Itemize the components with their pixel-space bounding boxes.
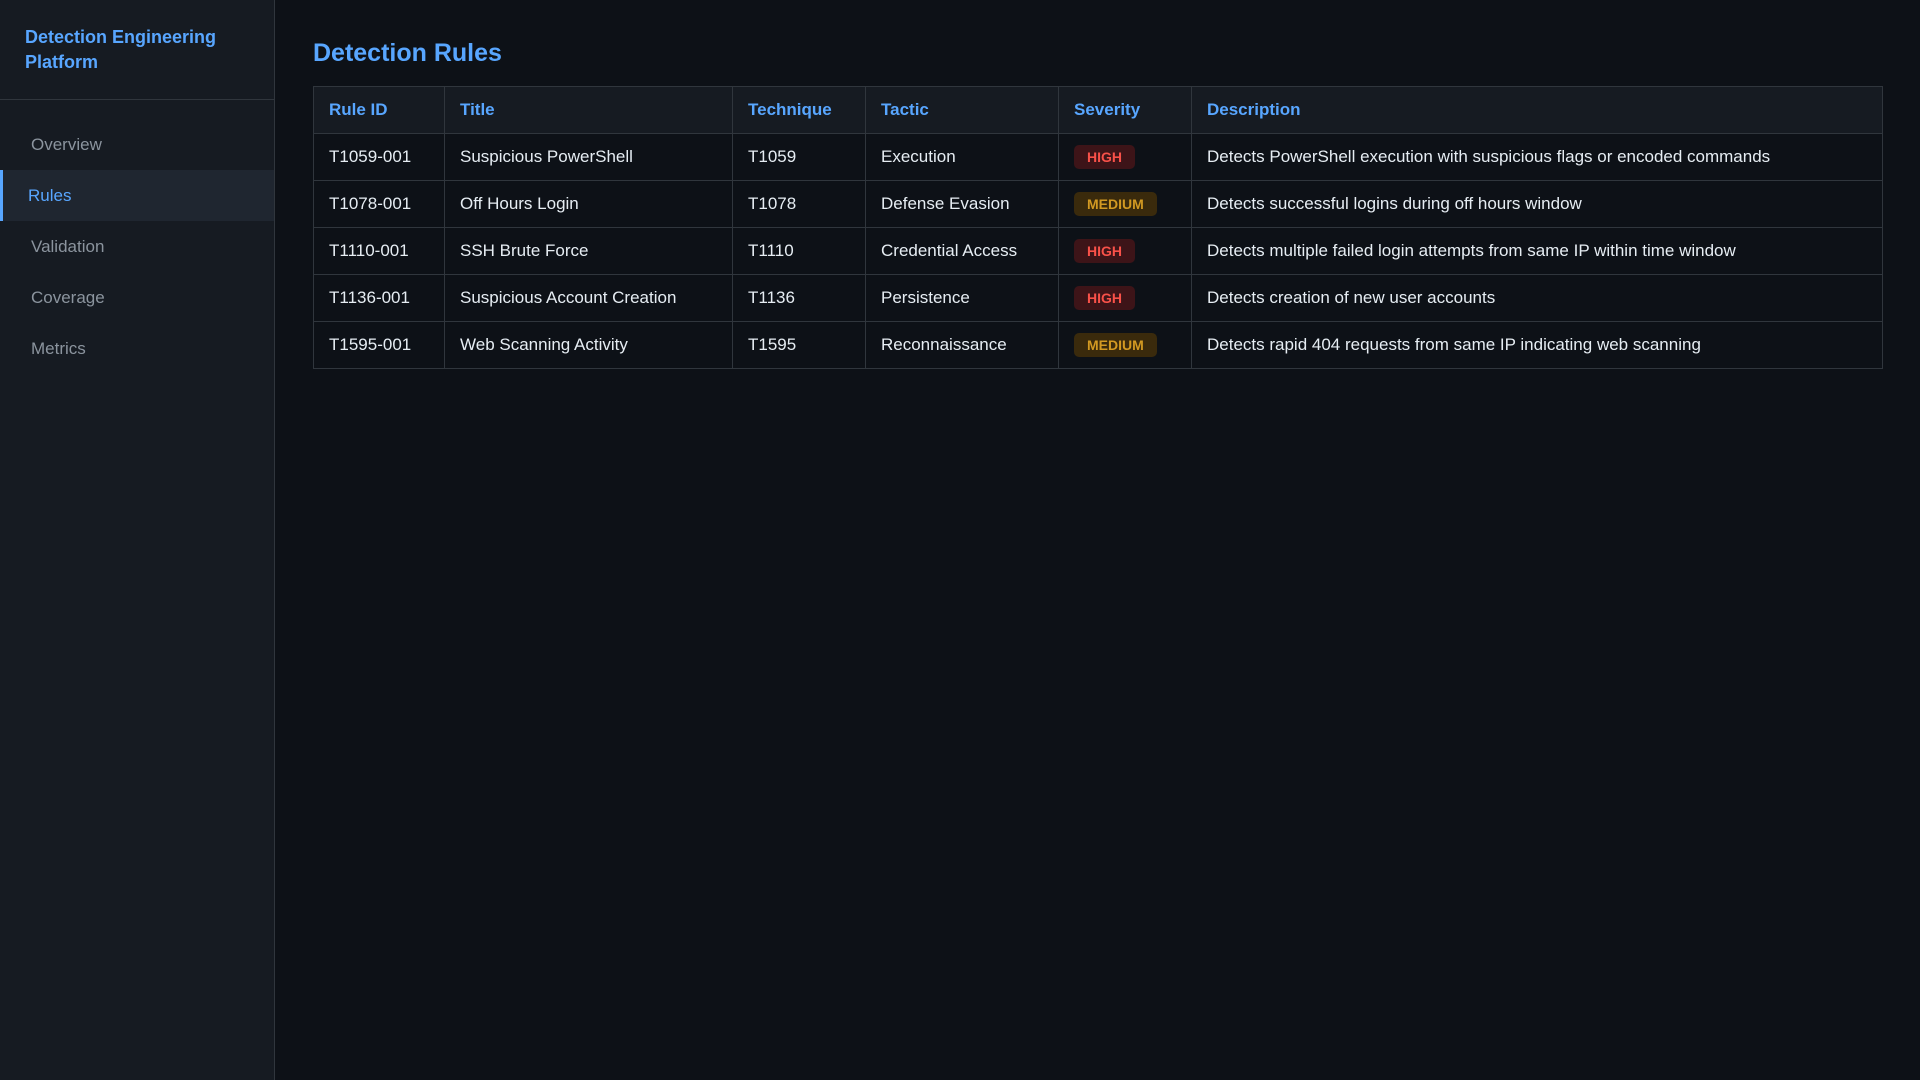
cell-severity: HIGH xyxy=(1058,133,1192,181)
cell-severity: MEDIUM xyxy=(1058,180,1192,228)
cell-title: Web Scanning Activity xyxy=(444,321,733,369)
table-row[interactable]: T1110-001 SSH Brute Force T1110 Credenti… xyxy=(313,227,1883,275)
severity-badge: MEDIUM xyxy=(1074,192,1157,216)
cell-technique: T1136 xyxy=(732,274,866,322)
cell-severity: HIGH xyxy=(1058,227,1192,275)
cell-description: Detects rapid 404 requests from same IP … xyxy=(1191,321,1883,369)
page-title: Detection Rules xyxy=(313,39,502,67)
table-row[interactable]: T1136-001 Suspicious Account Creation T1… xyxy=(313,274,1883,322)
column-header-rule-id[interactable]: Rule ID xyxy=(313,86,445,134)
brand-title: Detection Engineering Platform xyxy=(0,0,274,100)
column-header-description[interactable]: Description xyxy=(1191,86,1883,134)
column-header-severity[interactable]: Severity xyxy=(1058,86,1192,134)
cell-tactic: Defense Evasion xyxy=(865,180,1059,228)
cell-rule-id: T1595-001 xyxy=(313,321,445,369)
cell-title: SSH Brute Force xyxy=(444,227,733,275)
column-header-title[interactable]: Title xyxy=(444,86,733,134)
cell-tactic: Execution xyxy=(865,133,1059,181)
cell-description: Detects successful logins during off hou… xyxy=(1191,180,1883,228)
severity-badge: HIGH xyxy=(1074,286,1135,310)
column-header-technique[interactable]: Technique xyxy=(732,86,866,134)
rules-table: Rule ID Title Technique Tactic Severity … xyxy=(313,86,1883,369)
cell-tactic: Reconnaissance xyxy=(865,321,1059,369)
cell-title: Suspicious Account Creation xyxy=(444,274,733,322)
cell-severity: MEDIUM xyxy=(1058,321,1192,369)
cell-technique: T1110 xyxy=(732,227,866,275)
cell-rule-id: T1110-001 xyxy=(313,227,445,275)
cell-rule-id: T1136-001 xyxy=(313,274,445,322)
sidebar: Detection Engineering Platform Overview … xyxy=(0,0,275,1080)
sidebar-item-metrics[interactable]: Metrics xyxy=(0,323,274,374)
table-row[interactable]: T1059-001 Suspicious PowerShell T1059 Ex… xyxy=(313,133,1883,181)
cell-description: Detects multiple failed login attempts f… xyxy=(1191,227,1883,275)
cell-technique: T1078 xyxy=(732,180,866,228)
cell-tactic: Credential Access xyxy=(865,227,1059,275)
cell-rule-id: T1059-001 xyxy=(313,133,445,181)
sidebar-item-coverage[interactable]: Coverage xyxy=(0,272,274,323)
table-row[interactable]: T1595-001 Web Scanning Activity T1595 Re… xyxy=(313,321,1883,369)
cell-tactic: Persistence xyxy=(865,274,1059,322)
sidebar-nav: Overview Rules Validation Coverage Metri… xyxy=(0,100,274,374)
cell-technique: T1059 xyxy=(732,133,866,181)
main-content: Detection Rules Rule ID Title Technique … xyxy=(275,0,1920,1080)
severity-badge: HIGH xyxy=(1074,145,1135,169)
cell-rule-id: T1078-001 xyxy=(313,180,445,228)
cell-severity: HIGH xyxy=(1058,274,1192,322)
cell-description: Detects creation of new user accounts xyxy=(1191,274,1883,322)
cell-description: Detects PowerShell execution with suspic… xyxy=(1191,133,1883,181)
cell-title: Suspicious PowerShell xyxy=(444,133,733,181)
app-root: Detection Engineering Platform Overview … xyxy=(0,0,1920,1080)
table-row[interactable]: T1078-001 Off Hours Login T1078 Defense … xyxy=(313,180,1883,228)
cell-title: Off Hours Login xyxy=(444,180,733,228)
column-header-tactic[interactable]: Tactic xyxy=(865,86,1059,134)
sidebar-item-rules[interactable]: Rules xyxy=(0,170,274,221)
table-header-row: Rule ID Title Technique Tactic Severity … xyxy=(313,86,1883,134)
severity-badge: HIGH xyxy=(1074,239,1135,263)
severity-badge: MEDIUM xyxy=(1074,333,1157,357)
cell-technique: T1595 xyxy=(732,321,866,369)
sidebar-item-validation[interactable]: Validation xyxy=(0,221,274,272)
sidebar-item-overview[interactable]: Overview xyxy=(0,119,274,170)
